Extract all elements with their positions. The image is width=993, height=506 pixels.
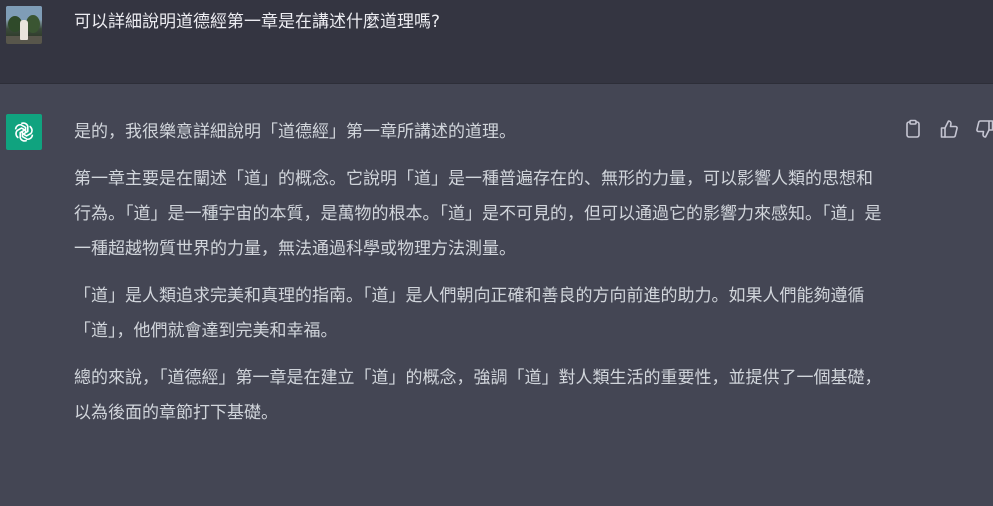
answer-intro: 是的，我很樂意詳細說明「道德經」第一章所講述的道理。	[74, 122, 516, 142]
openai-logo-icon	[6, 114, 42, 150]
user-avatar	[6, 6, 42, 44]
assistant-message-text: 是的，我很樂意詳細說明「道德經」第一章所講述的道理。 第一章主要是在闡述「道」的…	[74, 115, 884, 443]
clipboard-icon[interactable]	[902, 118, 924, 140]
thumbs-up-icon[interactable]	[938, 118, 960, 140]
assistant-message-row: 是的，我很樂意詳細說明「道德經」第一章所講述的道理。 第一章主要是在闡述「道」的…	[0, 84, 993, 506]
answer-paragraph: 總的來說，「道德經」第一章是在建立「道」的概念，強調「道」對人類生活的重要性，並…	[74, 368, 882, 423]
user-message-text: 可以詳細說明道德經第一章是在講述什麼道理嗎?	[74, 12, 441, 32]
user-message-row: 可以詳細說明道德經第一章是在講述什麼道理嗎?	[0, 0, 993, 84]
answer-paragraph: 第一章主要是在闡述「道」的概念。它說明「道」是一種普遍存在的、無形的力量，可以影…	[74, 169, 882, 259]
answer-paragraph: 「道」是人類追求完美和真理的指南。「道」是人們朝向正確和善良的方向前進的助力。如…	[74, 286, 865, 341]
thumbs-down-icon[interactable]	[974, 118, 993, 140]
